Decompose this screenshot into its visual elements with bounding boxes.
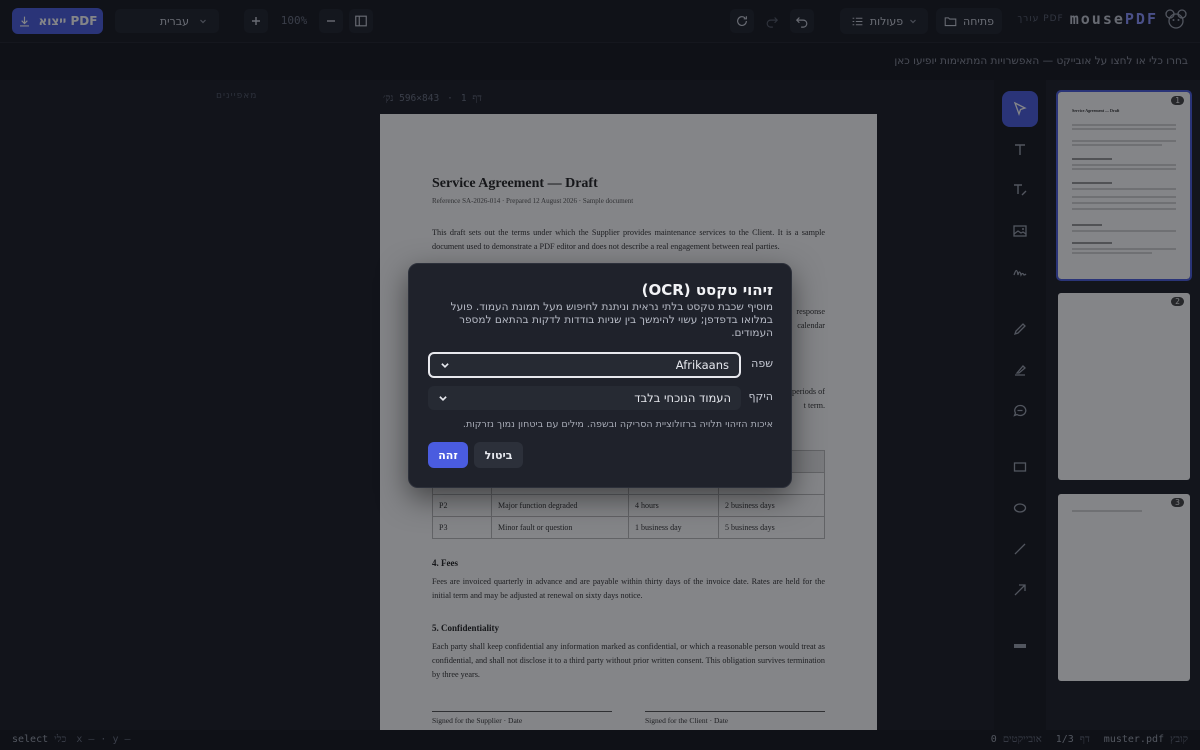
dialog-title: זיהוי טקסט (OCR): [641, 281, 773, 299]
ocr-dialog: זיהוי טקסט (OCR) מוסיף שכבת טקסט בלתי נר…: [408, 263, 792, 488]
chevron-down-icon: [439, 396, 447, 402]
chevron-down-icon: [441, 363, 449, 369]
recognize-button[interactable]: זהה: [428, 442, 468, 468]
ocr-language-value: Afrikaans: [675, 358, 729, 372]
ocr-scope-value: העמוד הנוכחי בלבד: [634, 391, 731, 405]
dialog-description: מוסיף שכבת טקסט בלתי נראית וניתנת לחיפוש…: [450, 301, 773, 339]
ocr-scope-select[interactable]: העמוד הנוכחי בלבד: [428, 386, 741, 410]
scope-field-label: היקף: [748, 390, 774, 403]
ocr-language-select[interactable]: Afrikaans: [428, 352, 741, 378]
cancel-button[interactable]: ביטול: [474, 442, 523, 468]
dialog-note: איכות הזיהוי תלויה ברזולוציית הסריקה ובש…: [462, 419, 773, 430]
language-field-label: שפה: [751, 357, 773, 370]
